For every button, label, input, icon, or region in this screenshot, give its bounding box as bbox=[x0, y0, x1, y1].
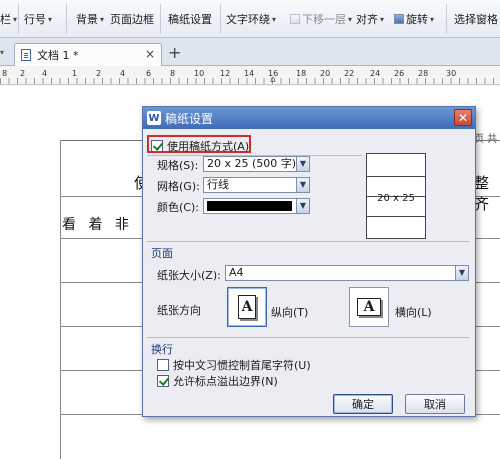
grid-select[interactable]: 行线 ▼ bbox=[203, 177, 310, 193]
text-wrap-button[interactable]: 文字环绕 ▾ bbox=[226, 0, 276, 38]
chevron-down-icon: ▾ bbox=[100, 14, 105, 24]
dialog-title-bar[interactable]: W 稿纸设置 ✕ bbox=[143, 107, 475, 129]
spec-select[interactable]: 20 x 25 (500 字) ▼ bbox=[203, 156, 310, 172]
orientation-label: 纸张方向 bbox=[157, 304, 201, 317]
spec-label: 规格(S): bbox=[157, 159, 199, 172]
landscape-label[interactable]: 横向(L) bbox=[395, 304, 432, 320]
ruler-number: 12 bbox=[220, 69, 231, 78]
send-backward-icon bbox=[290, 14, 300, 24]
chevron-down-icon[interactable]: ▾ bbox=[0, 48, 4, 57]
portrait-label[interactable]: 纵向(T) bbox=[271, 304, 308, 320]
ruler-number: 2 bbox=[96, 69, 102, 78]
chevron-down-icon: ▼ bbox=[296, 178, 309, 192]
line-number-button[interactable]: 行号 ▾ bbox=[24, 0, 52, 38]
close-icon[interactable]: × bbox=[145, 47, 155, 61]
cancel-button[interactable]: 取消 bbox=[405, 394, 465, 414]
use-grid-paper-checkbox[interactable]: 使用稿纸方式(A) bbox=[151, 138, 249, 154]
indent-marker-icon[interactable]: ⌂ bbox=[270, 75, 276, 85]
page-border-button[interactable]: 页面边框 bbox=[110, 0, 154, 38]
portrait-option[interactable]: A bbox=[227, 287, 267, 327]
chevron-down-icon: ▼ bbox=[455, 266, 468, 280]
close-icon[interactable]: ✕ bbox=[454, 109, 472, 126]
divider bbox=[147, 337, 469, 338]
chevron-down-icon: ▾ bbox=[348, 14, 353, 24]
ruler-number: 1 bbox=[72, 69, 78, 78]
checkbox-icon bbox=[157, 359, 169, 371]
horizontal-ruler[interactable]: 8 2 4 1 2 4 6 8 10 12 14 16 18 20 22 24 26 28 30 ⌂ bbox=[0, 66, 500, 85]
ruler-number: 10 bbox=[194, 69, 205, 78]
ruler-ticks bbox=[0, 78, 500, 84]
checkbox-icon bbox=[151, 140, 163, 152]
add-tab-icon[interactable]: + bbox=[168, 43, 181, 62]
ruler-number: 20 bbox=[320, 69, 331, 78]
send-backward-button[interactable]: 下移一层 ▾ bbox=[290, 0, 352, 38]
grid-preview: 20 x 25 bbox=[366, 153, 426, 239]
dialog-title: 稿纸设置 bbox=[165, 111, 214, 126]
punctuation-overflow-checkbox[interactable]: 允许标点溢出边界(N) bbox=[157, 373, 278, 389]
ruler-number: 28 bbox=[418, 69, 429, 78]
color-label: 颜色(C): bbox=[157, 201, 199, 214]
columns-button[interactable]: 栏 ▾ bbox=[0, 0, 17, 38]
chevron-down-icon: ▼ bbox=[296, 199, 309, 213]
checkbox-icon bbox=[157, 375, 169, 387]
wps-logo-icon: W bbox=[147, 111, 161, 125]
ruler-number: 6 bbox=[146, 69, 152, 78]
grid-label: 网格(G): bbox=[157, 180, 200, 193]
ruler-number: 26 bbox=[394, 69, 405, 78]
ribbon-divider bbox=[18, 4, 19, 34]
chevron-down-icon: ▾ bbox=[48, 14, 53, 24]
page-label: 页 共 bbox=[474, 130, 497, 145]
ribbon-divider bbox=[446, 4, 447, 34]
tab-document-1[interactable]: 文档 1 * × bbox=[14, 43, 162, 66]
ok-button[interactable]: 确定 bbox=[333, 394, 393, 414]
ribbon-divider bbox=[220, 4, 221, 34]
ruler-number: 30 bbox=[446, 69, 457, 78]
chevron-down-icon: ▾ bbox=[380, 14, 385, 24]
portrait-page-icon: A bbox=[238, 295, 256, 319]
landscape-option[interactable]: A bbox=[349, 287, 389, 327]
divider bbox=[147, 241, 469, 242]
align-button[interactable]: 对齐 ▾ bbox=[356, 0, 384, 38]
ribbon-toolbar: 栏 ▾ 行号 ▾ 背景 ▾ 页面边框 稿纸设置 文字环绕 ▾ 下移一层 ▾ 对齐 ▾ 旋转 ▾… bbox=[0, 0, 500, 38]
preview-line bbox=[367, 216, 425, 217]
document-tab-bar: ▾ 文档 1 * × + bbox=[0, 38, 500, 66]
background-button[interactable]: 背景 ▾ bbox=[76, 0, 104, 38]
preview-text: 20 x 25 bbox=[377, 193, 415, 204]
paper-size-select[interactable]: A4 ▼ bbox=[225, 265, 469, 281]
color-swatch bbox=[207, 201, 292, 211]
tab-label: 文档 1 * bbox=[37, 49, 79, 62]
chevron-down-icon: ▼ bbox=[296, 157, 309, 171]
ribbon-divider bbox=[66, 4, 67, 34]
ruler-number: 2 bbox=[20, 69, 26, 78]
rotate-button[interactable]: 旋转 ▾ bbox=[394, 0, 434, 38]
ruler-number: 8 bbox=[170, 69, 176, 78]
ruler-number: 24 bbox=[370, 69, 381, 78]
chevron-down-icon: ▾ bbox=[13, 14, 18, 24]
wrap-section-title: 换行 bbox=[151, 343, 173, 356]
preview-line bbox=[367, 176, 425, 177]
ruler-number: 4 bbox=[42, 69, 48, 78]
grid-paper-settings-dialog: W 稿纸设置 ✕ 使用稿纸方式(A) 规格(S): 20 x 25 (500 字… bbox=[142, 106, 476, 417]
chinese-line-break-checkbox[interactable]: 按中文习惯控制首尾字符(U) bbox=[157, 357, 311, 373]
document-char: 整 齐 bbox=[474, 174, 490, 213]
paper-size-label: 纸张大小(Z): bbox=[157, 269, 221, 282]
ruler-number: 18 bbox=[296, 69, 307, 78]
chevron-down-icon: ▾ bbox=[272, 14, 277, 24]
selection-pane-button[interactable]: 选择窗格 bbox=[454, 0, 498, 38]
color-select[interactable]: ▼ bbox=[203, 198, 310, 214]
grid-paper-settings-button[interactable]: 稿纸设置 bbox=[168, 0, 212, 38]
ruler-number: 8 bbox=[2, 69, 8, 78]
landscape-page-icon: A bbox=[357, 298, 381, 316]
chevron-down-icon: ▾ bbox=[430, 14, 435, 24]
document-icon bbox=[21, 49, 31, 61]
grid-margin-line bbox=[60, 140, 61, 459]
ruler-number: 22 bbox=[344, 69, 355, 78]
page-section-title: 页面 bbox=[151, 247, 173, 260]
ribbon-divider bbox=[160, 4, 161, 34]
rotate-icon bbox=[394, 14, 404, 24]
ruler-number: 14 bbox=[244, 69, 255, 78]
ruler-number: 4 bbox=[120, 69, 126, 78]
